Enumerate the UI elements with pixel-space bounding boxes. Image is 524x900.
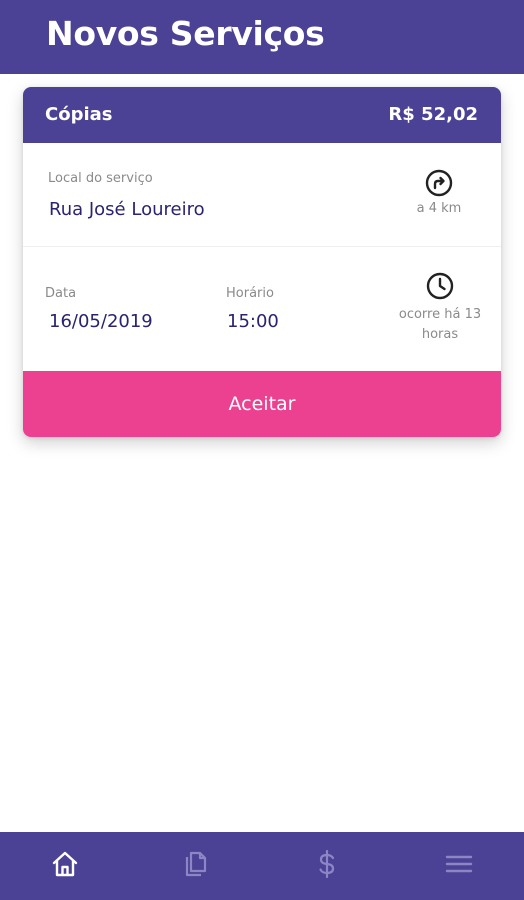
bottom-nav <box>0 832 524 900</box>
time-value: 15:00 <box>227 311 279 332</box>
date-value: 16/05/2019 <box>49 311 153 332</box>
documents-icon <box>180 849 210 883</box>
accept-button[interactable]: Aceitar <box>23 371 501 437</box>
distance-indicator: a 4 km <box>389 168 489 219</box>
home-icon <box>50 849 80 883</box>
nav-finance[interactable] <box>307 846 347 886</box>
elapsed-indicator: ocorre há 13 horas <box>385 271 495 345</box>
time-label: Horário <box>226 286 274 301</box>
service-card-header: Cópias R$ 52,02 <box>23 87 501 143</box>
distance-text: a 4 km <box>416 201 462 216</box>
screen: Novos Serviços Cópias R$ 52,02 Local do … <box>0 0 524 900</box>
nav-menu[interactable] <box>439 846 479 886</box>
nav-documents[interactable] <box>175 846 215 886</box>
date-label: Data <box>45 286 77 301</box>
menu-icon <box>444 849 474 883</box>
dollar-icon <box>312 849 342 883</box>
divider <box>23 246 501 247</box>
directions-icon <box>389 168 489 198</box>
location-label: Local do serviço <box>48 171 153 186</box>
clock-icon <box>385 271 495 301</box>
location-section: Local do serviço Rua José Loureiro a 4 k… <box>23 143 501 247</box>
location-value: Rua José Loureiro <box>49 199 205 220</box>
service-card: Cópias R$ 52,02 Local do serviço Rua Jos… <box>23 87 501 437</box>
app-header: Novos Serviços <box>0 0 524 74</box>
nav-home[interactable] <box>45 846 85 886</box>
service-price: R$ 52,02 <box>388 104 478 125</box>
page-title: Novos Serviços <box>46 14 325 53</box>
service-name: Cópias <box>45 104 113 125</box>
elapsed-text: ocorre há 13 horas <box>398 307 482 342</box>
